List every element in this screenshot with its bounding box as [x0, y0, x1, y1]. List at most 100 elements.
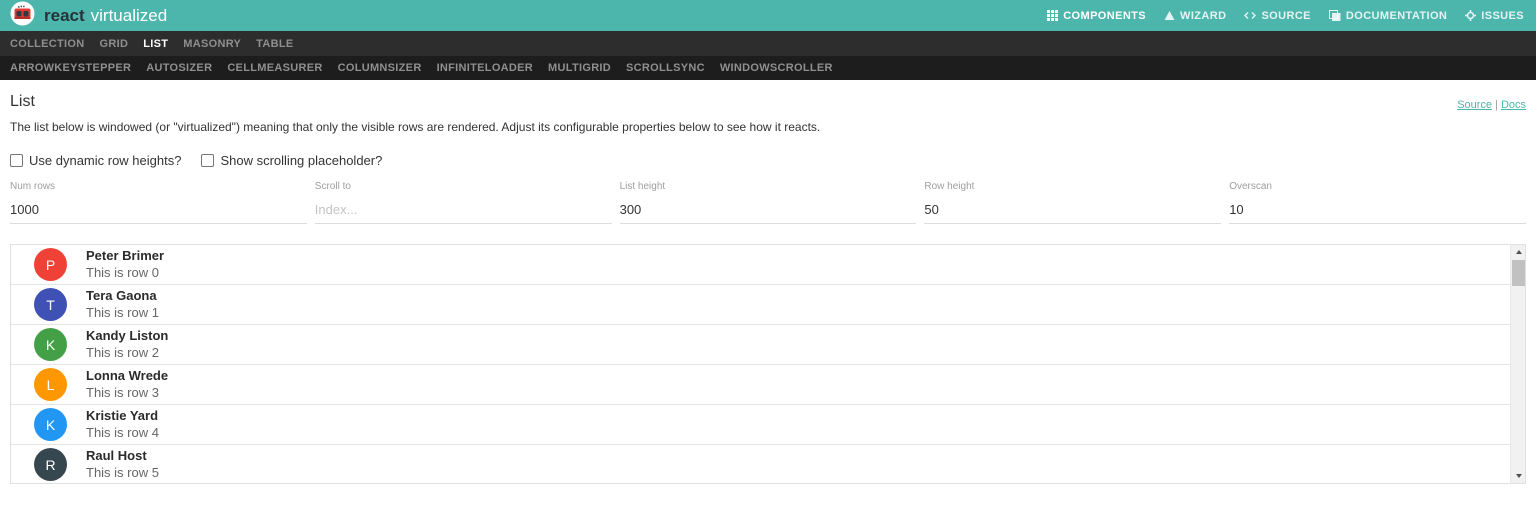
source-link[interactable]: Source — [1457, 99, 1492, 111]
field-input[interactable] — [10, 197, 307, 224]
page-title: List — [10, 93, 35, 110]
row-subtitle: This is row 1 — [86, 304, 159, 320]
field-label: Overscan — [1229, 181, 1272, 192]
property-field: Row height — [924, 181, 1222, 224]
top-nav-label: SOURCE — [1261, 9, 1311, 22]
checkbox-option[interactable]: Use dynamic row heights? — [10, 153, 181, 168]
row-subtitle: This is row 5 — [86, 464, 159, 480]
brand-second: virtualized — [90, 6, 168, 25]
component-nav-secondary: ARROWKEYSTEPPER AUTOSIZER CELLMEASURER C… — [0, 56, 1536, 80]
checkbox-label: Show scrolling placeholder? — [220, 153, 383, 168]
nav-item[interactable]: INFINITELOADER — [437, 62, 533, 74]
top-nav-source[interactable]: SOURCE — [1244, 9, 1311, 22]
row-text: Kandy Liston This is row 2 — [86, 328, 168, 361]
nav-item[interactable]: CELLMEASURER — [227, 62, 322, 74]
property-form: Num rows Scroll to List height Row heigh… — [10, 181, 1526, 224]
row-subtitle: This is row 2 — [86, 344, 159, 360]
avatar: L — [34, 368, 67, 401]
avatar: R — [34, 448, 67, 481]
property-field: Num rows — [10, 181, 307, 224]
top-nav: COMPONENTS WIZARD SOURCE DOCUMENTATION I… — [1047, 10, 1524, 22]
row-text: Tera Gaona This is row 1 — [86, 288, 159, 321]
scroll-up-button[interactable] — [1511, 245, 1526, 259]
field-input[interactable] — [1229, 197, 1526, 224]
nav-item[interactable]: TABLE — [256, 38, 293, 50]
avatar: K — [34, 328, 67, 361]
row-text: Kristie Yard This is row 4 — [86, 408, 159, 441]
avatar: K — [34, 408, 67, 441]
field-label: Scroll to — [314, 181, 351, 192]
top-nav-issues[interactable]: ISSUES — [1465, 10, 1524, 22]
page-description: The list below is windowed (or "virtuali… — [10, 120, 821, 134]
list-row: R Raul Host This is row 5 — [11, 445, 1510, 483]
checkbox-label: Use dynamic row heights? — [29, 153, 182, 168]
scroll-down-arrow-icon — [1515, 474, 1522, 478]
field-label: List height — [619, 181, 666, 192]
react-virtualized-logo-icon — [10, 1, 35, 31]
row-name: Raul Host — [86, 448, 147, 464]
title-row: List Source | Docs — [10, 93, 1526, 111]
nav-item[interactable]: WINDOWSCROLLER — [720, 62, 833, 74]
doc-links: Source | Docs — [1457, 99, 1526, 111]
field-input[interactable] — [314, 197, 612, 224]
field-label: Row height — [924, 181, 975, 192]
nav-item[interactable]: AUTOSIZER — [146, 62, 212, 74]
row-name: Kandy Liston — [86, 328, 169, 344]
checkbox-option[interactable]: Show scrolling placeholder? — [201, 153, 382, 168]
list-row: P Peter Brimer This is row 0 — [11, 245, 1510, 285]
nav-item[interactable]: SCROLLSYNC — [626, 62, 705, 74]
avatar: T — [34, 288, 67, 321]
scroll-down-button[interactable] — [1511, 469, 1526, 483]
top-nav-label: COMPONENTS — [1063, 9, 1147, 22]
checkbox[interactable] — [10, 154, 23, 167]
app-header: react virtualized COMPONENTS WIZARD SOUR… — [0, 0, 1536, 31]
top-nav-label: WIZARD — [1180, 9, 1227, 22]
nav-item[interactable]: LIST — [143, 38, 168, 50]
list-row: K Kandy Liston This is row 2 — [11, 325, 1510, 365]
nav-item[interactable]: COLUMNSIZER — [338, 62, 422, 74]
grid-icon — [1047, 10, 1059, 21]
code-icon — [1244, 10, 1257, 21]
checkbox[interactable] — [201, 154, 215, 167]
docs-link[interactable]: Docs — [1501, 99, 1526, 111]
top-nav-components[interactable]: COMPONENTS — [1047, 10, 1146, 22]
nav-item[interactable]: ARROWKEYSTEPPER — [10, 62, 131, 74]
row-name: Lonna Wrede — [86, 368, 169, 384]
checkbox-row: Use dynamic row heights? Show scrolling … — [10, 153, 1526, 168]
brand-first: react — [44, 6, 85, 25]
gear-icon — [1465, 10, 1477, 21]
field-input[interactable] — [924, 197, 1222, 224]
row-name: Peter Brimer — [86, 248, 165, 264]
docs-icon — [1328, 10, 1341, 21]
nav-item[interactable]: MULTIGRID — [548, 62, 611, 74]
virtualized-list: P Peter Brimer This is row 0 T Tera Gaon… — [10, 244, 1526, 484]
scrollbar-thumb[interactable] — [1512, 260, 1525, 286]
nav-item[interactable]: COLLECTION — [10, 38, 85, 50]
property-field: Scroll to — [314, 181, 612, 224]
link-separator: | — [1495, 99, 1498, 111]
scroll-up-arrow-icon — [1515, 250, 1522, 254]
row-name: Kristie Yard — [86, 408, 159, 424]
row-text: Lonna Wrede This is row 3 — [86, 368, 168, 401]
row-subtitle: This is row 0 — [86, 264, 159, 280]
row-text: Raul Host This is row 5 — [86, 448, 159, 481]
field-label: Num rows — [10, 181, 56, 192]
top-nav-wizard[interactable]: WIZARD — [1164, 10, 1226, 22]
component-nav-primary: COLLECTION GRID LIST MASONRY TABLE — [0, 31, 1536, 56]
nav-item[interactable]: GRID — [100, 38, 129, 50]
row-subtitle: This is row 4 — [86, 424, 159, 440]
top-nav-label: ISSUES — [1481, 9, 1524, 22]
top-nav-documentation[interactable]: DOCUMENTATION — [1328, 10, 1447, 22]
row-name: Tera Gaona — [86, 288, 157, 304]
list-scrollbar[interactable] — [1510, 245, 1525, 483]
list-row: L Lonna Wrede This is row 3 — [11, 365, 1510, 405]
brand-name: react virtualized — [44, 7, 167, 24]
list-viewport: P Peter Brimer This is row 0 T Tera Gaon… — [11, 245, 1510, 483]
page-content: List Source | Docs The list below is windo… — [0, 93, 1536, 484]
list-row: K Kristie Yard This is row 4 — [11, 405, 1510, 445]
property-field: List height — [619, 181, 917, 224]
list-row: T Tera Gaona This is row 1 — [11, 285, 1510, 325]
wizard-icon — [1164, 10, 1175, 21]
field-input[interactable] — [619, 197, 917, 224]
nav-item[interactable]: MASONRY — [183, 38, 241, 50]
